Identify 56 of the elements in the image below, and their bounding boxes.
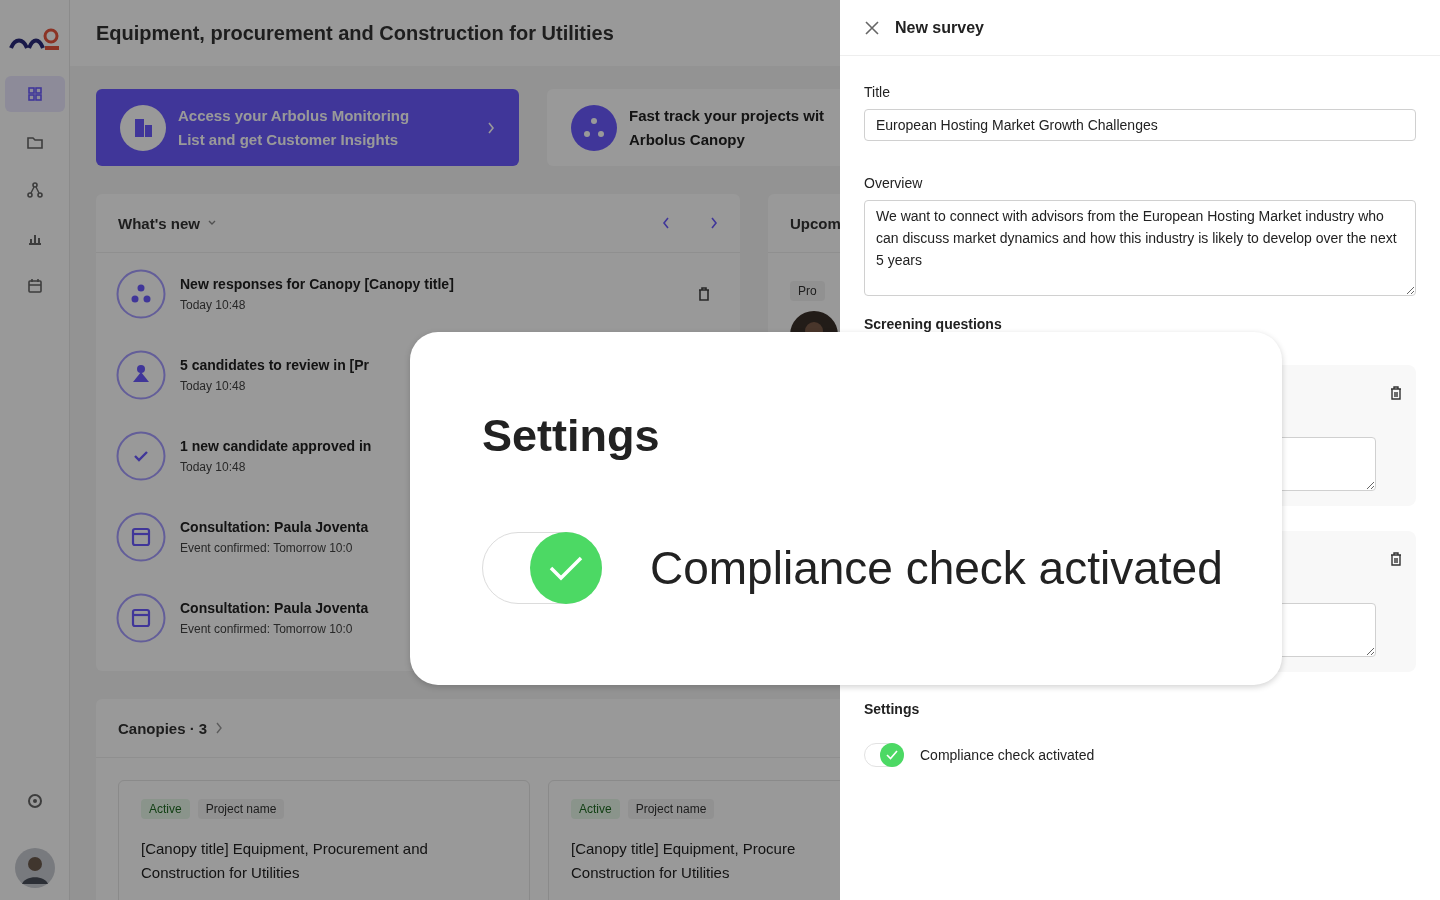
chevron-right-icon	[215, 722, 224, 734]
trash-icon[interactable]	[698, 286, 710, 301]
canopy-title: [Canopy title] Equipment, Procurement and Construction for Utilities	[141, 839, 429, 883]
trash-icon[interactable]	[1390, 386, 1402, 400]
promo-banner[interactable]: Access your Arbolus Monitoring List and get Customer Insights	[96, 89, 519, 166]
notification-title: Consultation: Paula Joventa	[180, 599, 369, 616]
promo-banner[interactable]: Fast track your projects wit Arbolus Canopy	[547, 89, 840, 166]
banner-text: Fast track your projects wit Arbolus Canopy	[629, 105, 825, 150]
project-tag: Project name	[627, 799, 715, 819]
chevron-right-icon	[487, 121, 495, 134]
page-title: Equipment, procurement and Construction for Utilities	[96, 21, 614, 45]
chevron-right-icon[interactable]	[710, 217, 718, 229]
toggle-label: Compliance check activated	[650, 541, 1223, 595]
notification-title: 5 candidates to review in [Pr	[180, 356, 370, 373]
panel-title: New survey	[895, 18, 984, 37]
field-label: Title	[864, 84, 891, 100]
avatar-icon[interactable]	[14, 848, 55, 888]
network-icon	[25, 181, 44, 199]
banner-text: Access your Arbolus Monitoring List and get Customer Insights	[178, 105, 410, 150]
grid-icon	[25, 85, 44, 103]
caret-icon	[207, 220, 216, 226]
notification-time: Today 10:48	[180, 297, 247, 312]
canopy-card[interactable]: Active Project name [Canopy title] Equipment, Procurement and Construction for Utilities	[118, 780, 530, 900]
settings-icon[interactable]	[25, 792, 44, 810]
nav-item[interactable]	[4, 76, 65, 112]
notification-title: Consultation: Paula Joventa	[180, 518, 369, 535]
card-title[interactable]: Upcom	[790, 214, 840, 232]
building-icon	[120, 104, 166, 151]
check-icon	[548, 554, 583, 581]
callout-title: Settings	[482, 410, 661, 462]
section-title: Settings	[864, 701, 921, 717]
notification-time: Event confirmed: Tomorrow 10:0	[180, 540, 354, 555]
notification-time: Event confirmed: Tomorrow 10:0	[180, 621, 354, 636]
check-icon	[886, 750, 898, 760]
network-icon	[571, 104, 617, 151]
close-icon[interactable]	[865, 20, 879, 35]
notification-title: New responses for Canopy [Canopy title]	[180, 275, 454, 292]
section-title: Screening questions	[864, 316, 1003, 332]
chevron-left-icon[interactable]	[662, 217, 670, 229]
card-title[interactable]: What's new	[118, 214, 200, 232]
toggle-label: Compliance check activated	[920, 747, 1095, 763]
overview-field[interactable]: We want to connect with advisors from the European Hosting Market industry who can discuss market dynamics and how this industry is likely to develop over the next 5 years	[864, 200, 1416, 296]
field-label: Overview	[864, 175, 924, 191]
notification-time: Today 10:48	[180, 459, 247, 474]
notification-time: Today 10:48	[180, 378, 247, 393]
canopy-title: [Canopy title] Equipment, Procure Construction for Utilities	[571, 839, 797, 883]
trash-icon[interactable]	[1390, 552, 1402, 566]
status-tag: Active	[141, 799, 190, 819]
notification-title: 1 new candidate approved in	[180, 437, 372, 454]
toggle-switch[interactable]	[864, 743, 904, 767]
status-tag: Active	[571, 799, 620, 819]
project-tag: Project name	[197, 799, 285, 819]
card-title[interactable]: Canopies · 3	[118, 719, 208, 737]
project-tag: Pro	[790, 281, 825, 301]
title-field[interactable]: European Hosting Market Growth Challenges	[864, 109, 1416, 141]
calendar-icon	[25, 277, 44, 295]
